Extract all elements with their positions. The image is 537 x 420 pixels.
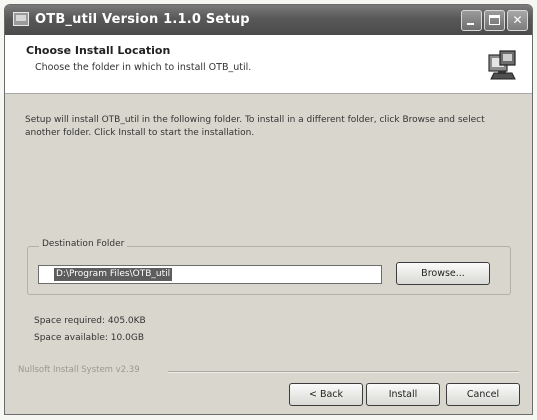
app-icon [13, 12, 29, 26]
installer-icon [488, 50, 516, 80]
minimize-button[interactable] [461, 10, 482, 31]
close-icon: ✕ [512, 13, 523, 27]
installer-window: OTB_util Version 1.1.0 Setup ✕ Choose In… [4, 4, 533, 415]
destination-path-value: D:\Program Files\OTB_util [54, 268, 173, 281]
install-button[interactable]: Install [366, 383, 440, 406]
back-button[interactable]: < Back [289, 383, 363, 406]
window-title: OTB_util Version 1.1.0 Setup [35, 12, 250, 27]
page-title: Choose Install Location [26, 44, 171, 57]
minimize-icon [467, 23, 474, 25]
content-area: Setup will install OTB_util in the follo… [5, 94, 532, 414]
title-bar[interactable]: OTB_util Version 1.1.0 Setup ✕ [5, 5, 532, 35]
page-subtitle: Choose the folder in which to install OT… [35, 62, 252, 73]
footer-divider [168, 371, 519, 373]
maximize-icon [489, 15, 500, 25]
close-button[interactable]: ✕ [507, 10, 528, 31]
browse-button[interactable]: Browse... [396, 262, 490, 285]
space-available: Space available: 10.0GB [34, 333, 144, 343]
page-header: Choose Install Location Choose the folde… [5, 35, 532, 94]
nsis-branding: Nullsoft Install System v2.39 [18, 365, 140, 375]
cancel-button[interactable]: Cancel [446, 383, 520, 406]
maximize-button[interactable] [484, 10, 505, 31]
destination-label: Destination Folder [39, 239, 128, 249]
space-required: Space required: 405.0KB [34, 316, 146, 326]
intro-text: Setup will install OTB_util in the follo… [25, 115, 485, 138]
